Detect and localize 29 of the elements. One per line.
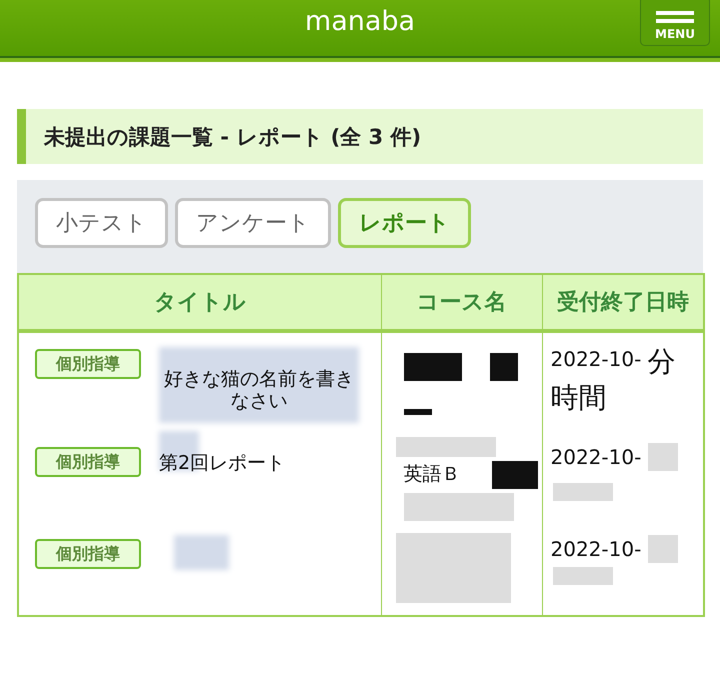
column-header: 受付終了日時 [542, 274, 704, 331]
deadline-date: 2022-10- [550, 347, 642, 371]
tab[interactable]: アンケート [175, 198, 331, 248]
redaction-block [404, 409, 432, 415]
redaction-block [404, 353, 462, 381]
redaction-block [490, 353, 518, 381]
tutoring-badge[interactable]: 個別指導 [35, 539, 141, 569]
section-heading: 未提出の課題一覧 - レポート (全 3 件) [17, 109, 703, 164]
menu-button[interactable]: MENU [640, 0, 710, 46]
redaction-blur [174, 535, 229, 570]
site-title: manaba [304, 6, 416, 36]
redaction-blur [648, 443, 678, 471]
redaction-block [492, 461, 538, 489]
column-header: コース名 [381, 274, 542, 331]
tab[interactable]: レポート [338, 198, 471, 248]
redaction-blur [552, 567, 612, 585]
handwritten-note: 時間 [550, 380, 608, 416]
deadline-date: 2022-10- [550, 537, 642, 561]
handwritten-note: 分 [648, 344, 676, 380]
redaction-blur [648, 535, 678, 563]
tutoring-badge[interactable]: 個別指導 [35, 447, 141, 477]
redaction-blur [552, 483, 612, 501]
course-name: 英語Ｂ [404, 462, 460, 487]
tutoring-badge[interactable]: 個別指導 [35, 349, 141, 379]
column-header: タイトル [18, 274, 381, 331]
assignment-title[interactable]: 第2回レポート [159, 453, 359, 523]
tab[interactable]: 小テスト [35, 198, 168, 248]
assignment-title[interactable]: 好きな猫の名前を書きなさい [159, 369, 359, 425]
deadline-date: 2022-10- [550, 445, 642, 469]
